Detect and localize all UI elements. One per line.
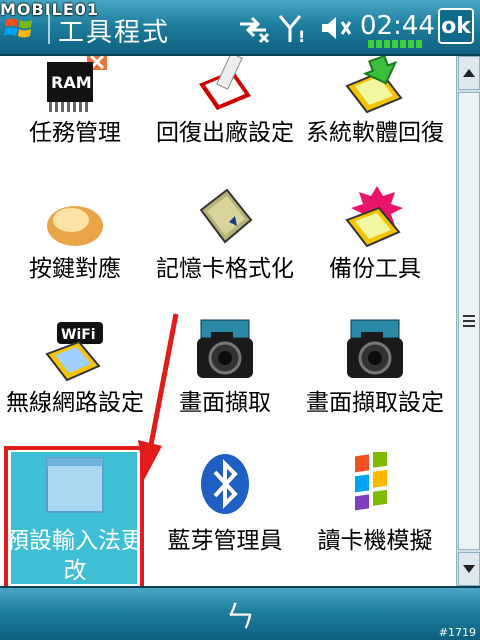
item-label: 按鍵對應 — [29, 256, 121, 282]
pda-reset-icon — [199, 56, 251, 110]
clock[interactable]: 02:44 — [360, 11, 435, 41]
connectivity-icon[interactable] — [236, 12, 272, 44]
wifi-pda-icon: WiFi — [45, 322, 103, 382]
title-bar: MOBILE01 工具程式 ! 02:44 ok — [0, 0, 480, 56]
svg-text:!: ! — [298, 27, 305, 44]
image-id-label: #1719 — [438, 626, 476, 639]
item-memory-card-format[interactable]: 記憶卡格式化 — [150, 186, 300, 316]
item-task-manager[interactable]: RAM 任務管理 — [0, 56, 150, 186]
page-title: 工具程式 — [58, 18, 171, 48]
soft-key-bar: ㄣ #1719 — [0, 586, 480, 640]
item-screen-capture-settings[interactable]: 畫面擷取設定 — [300, 318, 450, 448]
arrow-up-icon — [463, 69, 475, 77]
title-separator — [48, 14, 50, 44]
item-label: 畫面擷取設定 — [306, 390, 444, 416]
annotation-arrow-icon — [138, 313, 179, 480]
annotation-frame — [4, 446, 144, 586]
speaker-muted-icon[interactable] — [318, 12, 354, 44]
pda-restore-icon — [345, 56, 403, 114]
bluetooth-icon — [201, 454, 249, 514]
scrollbar-thumb[interactable] — [458, 92, 480, 550]
item-label: 藍芽管理員 — [167, 528, 283, 554]
item-label: 備份工具 — [329, 256, 421, 282]
grip-icon — [463, 315, 475, 327]
ram-chip-icon: RAM — [47, 56, 107, 112]
item-factory-reset[interactable]: 回復出廠設定 — [150, 56, 300, 186]
item-label: 系統軟體回復 — [306, 120, 444, 146]
item-label: 記憶卡格式化 — [156, 256, 294, 282]
program-grid: RAM 任務管理 回復出廠設定 系統軟體回復 按鍵對應 記憶卡格式化 備份工具 … — [0, 56, 456, 586]
item-label: 任務管理 — [29, 120, 121, 146]
pda-backup-icon — [345, 186, 403, 248]
item-card-reader-emulation[interactable]: 讀卡機模擬 — [300, 452, 450, 584]
item-label: 讀卡機模擬 — [317, 528, 433, 554]
ok-button[interactable]: ok — [438, 8, 474, 44]
item-key-mapping[interactable]: 按鍵對應 — [0, 186, 150, 316]
camera-icon — [197, 319, 253, 378]
item-backup-tool[interactable]: 備份工具 — [300, 186, 450, 316]
battery-icon[interactable] — [368, 40, 424, 48]
bread-button-icon — [47, 206, 103, 246]
item-label: 無線網路設定 — [6, 390, 144, 416]
windows-flag-icon — [355, 452, 387, 511]
arrow-down-icon — [463, 565, 475, 573]
back-button[interactable]: ㄣ — [222, 596, 258, 635]
scroll-up-button[interactable] — [458, 56, 480, 90]
scroll-down-button[interactable] — [458, 552, 480, 586]
memory-card-icon — [199, 188, 253, 244]
svg-text:RAM: RAM — [51, 73, 92, 92]
item-wifi-settings[interactable]: WiFi 無線網路設定 — [0, 318, 150, 448]
vertical-scrollbar[interactable] — [456, 56, 480, 586]
item-system-restore[interactable]: 系統軟體回復 — [300, 56, 450, 186]
signal-no-service-icon[interactable]: ! — [276, 12, 312, 44]
camera-settings-icon — [347, 319, 403, 378]
item-label: 回復出廠設定 — [156, 120, 294, 146]
svg-text:WiFi: WiFi — [61, 327, 96, 343]
